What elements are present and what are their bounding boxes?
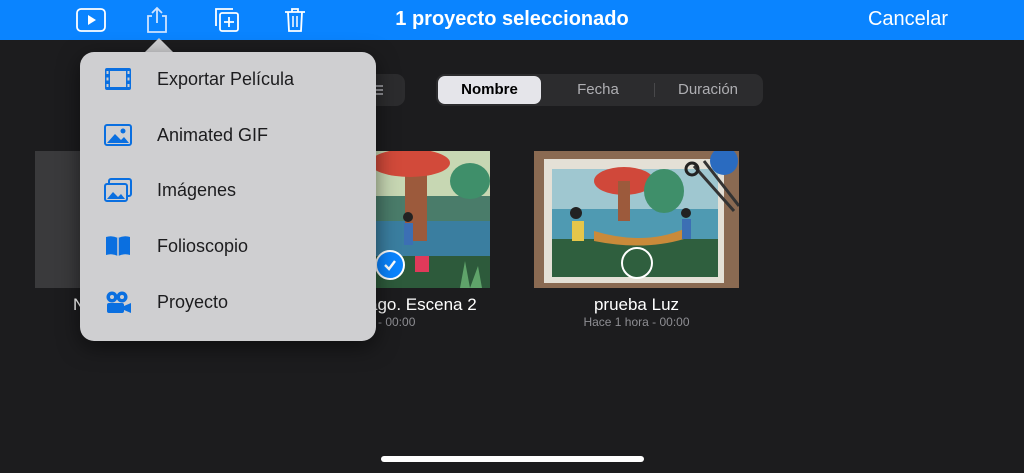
- image-icon: [102, 121, 134, 149]
- menu-item-project[interactable]: Proyecto: [80, 276, 376, 328]
- camera-icon: [102, 288, 134, 316]
- film-icon: [102, 65, 134, 93]
- menu-item-label: Proyecto: [157, 292, 229, 312]
- select-ring[interactable]: [621, 247, 653, 279]
- menu-item-label: Exportar Película: [157, 69, 295, 89]
- menu-item-images[interactable]: Imágenes: [80, 164, 376, 216]
- top-bar: 1 proyecto seleccionado Cancelar: [0, 0, 1024, 40]
- menu-item-export-movie[interactable]: Exportar Película: [80, 53, 376, 105]
- book-icon: [102, 232, 134, 260]
- home-indicator[interactable]: [381, 456, 644, 462]
- menu-item-animated-gif[interactable]: Animated GIF: [80, 109, 376, 161]
- sort-option-duration[interactable]: Duración: [655, 76, 761, 104]
- project-meta: Hace 1 hora - 00:00: [583, 315, 690, 329]
- sort-segmented-control: Nombre Fecha Duración: [436, 74, 763, 106]
- share-popover: Exportar Película Animated GIF Imágenes …: [80, 52, 376, 341]
- project-name: ago. Escena 2: [368, 295, 477, 314]
- project-name: prueba Luz: [593, 295, 680, 314]
- sort-option-name[interactable]: Nombre: [438, 76, 541, 104]
- menu-item-label: Animated GIF: [157, 125, 269, 145]
- menu-item-flipbook[interactable]: Folioscopio: [80, 220, 376, 272]
- selected-check-icon: [375, 250, 405, 280]
- cancel-button[interactable]: Cancelar: [868, 8, 948, 31]
- menu-item-label: Imágenes: [157, 180, 237, 200]
- sort-option-date[interactable]: Fecha: [544, 76, 652, 104]
- menu-item-label: Folioscopio: [157, 236, 249, 256]
- popover-arrow: [145, 38, 173, 52]
- images-icon: [102, 176, 134, 204]
